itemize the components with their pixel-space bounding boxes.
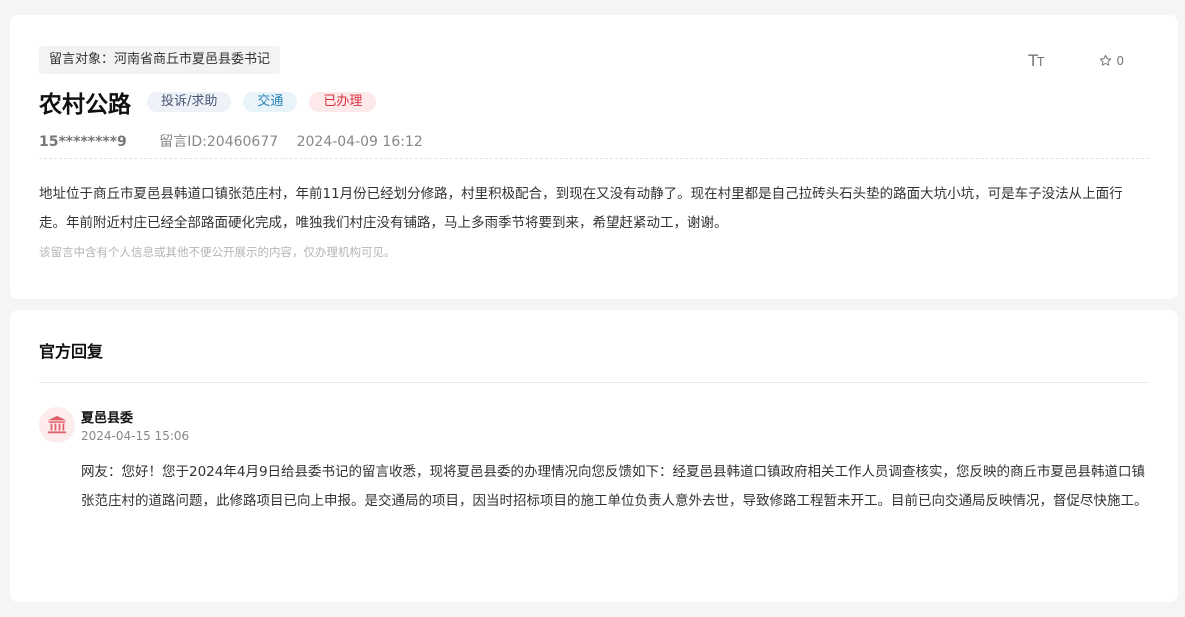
government-building-icon [47, 415, 67, 434]
reply-org-name: 夏邑县委 [81, 411, 134, 426]
star-icon [1100, 54, 1112, 66]
tag-type: 投诉/求助 [147, 92, 232, 112]
page-title: 农村公路 [39, 92, 131, 118]
divider [39, 158, 1149, 159]
reply-section-title: 官方回复 [39, 342, 104, 361]
status-badge: 已办理 [309, 92, 377, 112]
font-size-icon[interactable]: TT [1028, 51, 1044, 70]
favorite-count: 0 [1116, 53, 1124, 68]
avatar [39, 407, 75, 443]
title-row: 农村公路 投诉/求助 交通 已办理 [39, 85, 388, 119]
message-content: 地址位于商丘市夏邑县韩道口镇张范庄村，年前11月份已经划分修路，村里积极配合，到… [39, 186, 1123, 231]
message-target: 留言对象：河南省商丘市夏邑县委书记 [39, 46, 281, 74]
reply-content: 网友：您好！您于2024年4月9日给县委书记的留言收悉，现将夏邑县委的办理情况向… [81, 464, 1148, 509]
reply-datetime: 2024-04-15 15:06 [81, 429, 190, 443]
toolbar: TT 0 [1028, 51, 1124, 70]
favorite-button[interactable]: 0 [1099, 54, 1124, 68]
divider [39, 382, 1149, 383]
reply-card: 官方回复 夏邑县委 2024-04-15 15:06 网友：您好！您于2024年… [10, 310, 1178, 602]
tag-category: 交通 [243, 92, 298, 112]
message-id: 留言ID:20460677 [159, 134, 279, 150]
privacy-notice: 该留言中含有个人信息或其他不便公开展示的内容，仅办理机构可见。 [39, 245, 396, 259]
meta-row: 15********9 留言ID:20460677 2024-04-09 16:… [39, 131, 423, 151]
user-id: 15********9 [39, 134, 127, 150]
message-datetime: 2024-04-09 16:12 [296, 134, 423, 150]
message-card: 留言对象：河南省商丘市夏邑县委书记 农村公路 投诉/求助 交通 已办理 TT 0… [10, 15, 1178, 299]
